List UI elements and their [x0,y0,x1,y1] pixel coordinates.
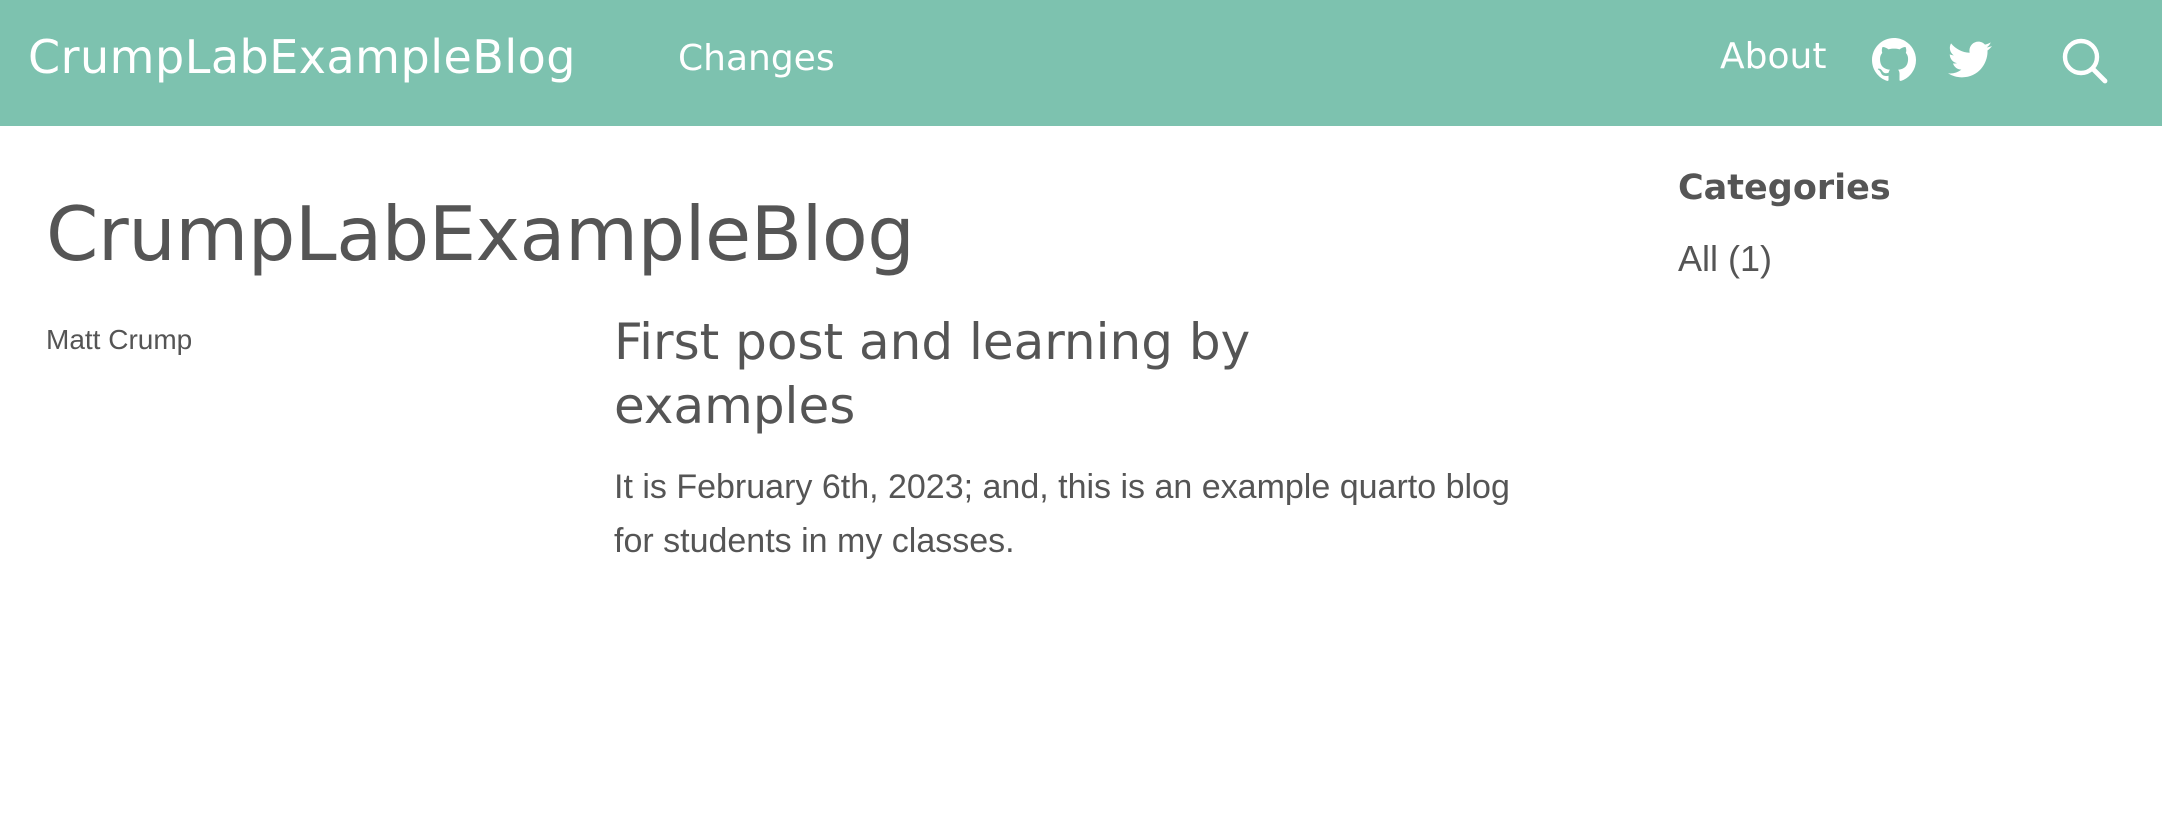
page-title: CrumpLabExampleBlog [46,190,915,278]
post-description: It is February 6th, 2023; and, this is a… [614,468,1510,560]
github-icon[interactable] [1872,38,1916,82]
site-brand-link[interactable]: CrumpLabExampleBlog [28,30,576,84]
post-title-link[interactable]: First post and learning by examples [614,310,1394,438]
navbar: CrumpLabExampleBlog Changes About [0,0,2162,126]
twitter-icon[interactable] [1948,40,1992,80]
categories-heading: Categories [1678,168,1891,208]
search-icon[interactable] [2060,36,2108,84]
nav-link-about[interactable]: About [1720,36,1826,77]
category-item-all[interactable]: All (1) [1678,238,1772,280]
nav-link-changes[interactable]: Changes [678,38,835,79]
author-name: Matt Crump [46,324,193,355]
